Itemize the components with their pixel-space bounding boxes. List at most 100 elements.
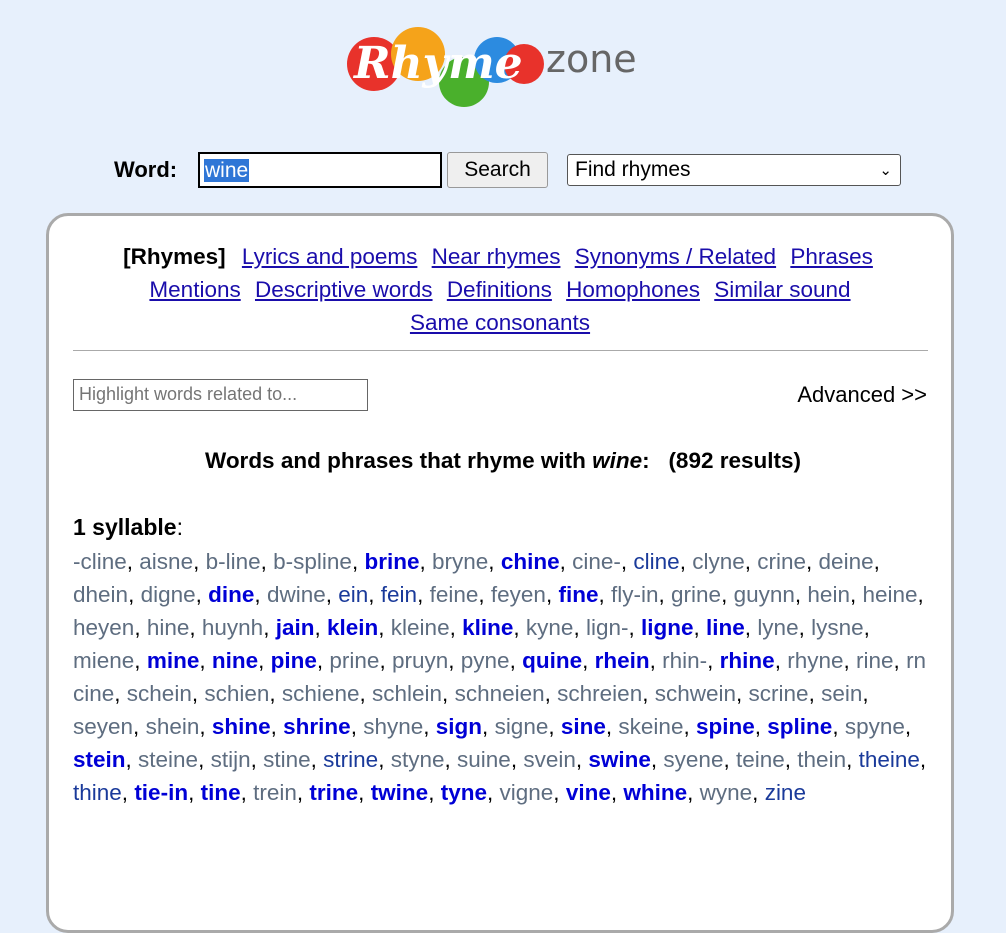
rhyme-word[interactable]: whine: [623, 780, 687, 805]
rhyme-word[interactable]: schlein: [372, 681, 442, 706]
rhyme-word[interactable]: huynh: [202, 615, 263, 640]
rhyme-word[interactable]: stijn: [211, 747, 251, 772]
rhyme-word[interactable]: dwine: [267, 582, 326, 607]
rhyme-word[interactable]: rhine: [720, 648, 775, 673]
rhyme-word[interactable]: thine: [73, 780, 122, 805]
rhyme-word[interactable]: vine: [566, 780, 611, 805]
rhyme-word[interactable]: kline: [462, 615, 513, 640]
rhyme-word[interactable]: cline: [633, 549, 679, 574]
rhyme-word[interactable]: spline: [767, 714, 832, 739]
rhyme-word[interactable]: dhein: [73, 582, 128, 607]
rhyme-word[interactable]: nine: [212, 648, 258, 673]
rhyme-word[interactable]: b-spline: [273, 549, 352, 574]
rhyme-word[interactable]: rine: [856, 648, 894, 673]
rhyme-word[interactable]: feine: [430, 582, 479, 607]
rhyme-word[interactable]: feyen: [491, 582, 546, 607]
rhyme-word[interactable]: pyne: [461, 648, 510, 673]
rhyme-word[interactable]: grine: [671, 582, 721, 607]
rhyme-word[interactable]: schneien: [455, 681, 545, 706]
rhyme-word[interactable]: steine: [138, 747, 198, 772]
rhyme-word[interactable]: stine: [263, 747, 311, 772]
rhyme-word[interactable]: sine: [561, 714, 606, 739]
nav-link-descriptive[interactable]: Descriptive words: [255, 277, 433, 302]
rhyme-word[interactable]: strine: [323, 747, 378, 772]
rhyme-word[interactable]: fein: [381, 582, 417, 607]
rhyme-word[interactable]: crine: [757, 549, 806, 574]
rhyme-word[interactable]: pruyn: [392, 648, 448, 673]
rhyme-word[interactable]: ein: [338, 582, 368, 607]
rhyme-word[interactable]: chine: [501, 549, 560, 574]
rhyme-word[interactable]: signe: [495, 714, 549, 739]
nav-link-lyrics[interactable]: Lyrics and poems: [242, 244, 418, 269]
rhyme-word[interactable]: guynn: [734, 582, 795, 607]
advanced-link[interactable]: Advanced >>: [797, 382, 927, 408]
nav-link-same-consonants[interactable]: Same consonants: [410, 310, 590, 335]
rhyme-word[interactable]: jain: [276, 615, 315, 640]
rhyme-word[interactable]: thein: [797, 747, 846, 772]
rhyme-word[interactable]: rhin-: [662, 648, 707, 673]
rhyme-word[interactable]: tie-in: [134, 780, 188, 805]
rhyme-word[interactable]: styne: [391, 747, 445, 772]
rhyme-word[interactable]: tyne: [441, 780, 487, 805]
rhyme-word[interactable]: schwein: [655, 681, 736, 706]
rhyme-word[interactable]: stein: [73, 747, 126, 772]
rhyme-word[interactable]: heyen: [73, 615, 134, 640]
rhyme-word[interactable]: b-line: [206, 549, 261, 574]
rhyme-word[interactable]: vigne: [500, 780, 554, 805]
rhyme-word[interactable]: miene: [73, 648, 134, 673]
rhyme-word[interactable]: deine: [819, 549, 874, 574]
rhyme-word[interactable]: aisne: [139, 549, 193, 574]
rhyme-word[interactable]: schiene: [282, 681, 360, 706]
rhyme-word[interactable]: sein: [821, 681, 862, 706]
nav-link-phrases[interactable]: Phrases: [790, 244, 873, 269]
rhyme-word[interactable]: teine: [736, 747, 785, 772]
rhyme-word[interactable]: bryne: [432, 549, 488, 574]
mode-select[interactable]: Find rhymes ⌄: [567, 154, 901, 186]
rhyme-word[interactable]: quine: [522, 648, 582, 673]
rhyme-word[interactable]: spine: [696, 714, 755, 739]
rhyme-word[interactable]: hein: [807, 582, 850, 607]
rhyme-word[interactable]: lyne: [757, 615, 798, 640]
rhyme-word[interactable]: trine: [309, 780, 358, 805]
rhyme-word[interactable]: shein: [146, 714, 200, 739]
rhyme-word[interactable]: shrine: [283, 714, 351, 739]
rhyme-word[interactable]: schreien: [557, 681, 642, 706]
rhyme-word[interactable]: heine: [862, 582, 917, 607]
rhymezone-logo[interactable]: Rhyme zone: [346, 12, 656, 107]
nav-link-definitions[interactable]: Definitions: [447, 277, 552, 302]
rhyme-word[interactable]: tine: [201, 780, 241, 805]
rhyme-word[interactable]: prine: [329, 648, 379, 673]
rhyme-word[interactable]: kyne: [526, 615, 574, 640]
rhyme-word[interactable]: suine: [457, 747, 511, 772]
rhyme-word[interactable]: hine: [147, 615, 190, 640]
rhyme-word[interactable]: spyne: [845, 714, 905, 739]
rhyme-word[interactable]: shine: [212, 714, 271, 739]
highlight-input[interactable]: Highlight words related to...: [73, 379, 368, 411]
rhyme-word[interactable]: dine: [208, 582, 254, 607]
search-button[interactable]: Search: [447, 152, 548, 188]
rhyme-word[interactable]: scrine: [749, 681, 809, 706]
rhyme-word[interactable]: lign-: [586, 615, 629, 640]
rhyme-word[interactable]: cine-: [572, 549, 621, 574]
rhyme-word[interactable]: pine: [271, 648, 317, 673]
rhyme-word[interactable]: svein: [523, 747, 576, 772]
rhyme-word[interactable]: clyne: [692, 549, 745, 574]
rhyme-word[interactable]: twine: [371, 780, 429, 805]
rhyme-word[interactable]: mine: [147, 648, 200, 673]
rhyme-word[interactable]: rhein: [595, 648, 650, 673]
rhyme-word[interactable]: syene: [663, 747, 723, 772]
rhyme-word[interactable]: zine: [765, 780, 806, 805]
rhyme-word[interactable]: fine: [558, 582, 598, 607]
rhyme-word[interactable]: skeine: [618, 714, 683, 739]
rhyme-word[interactable]: sign: [436, 714, 482, 739]
rhyme-word[interactable]: klein: [327, 615, 378, 640]
rhyme-word[interactable]: ligne: [641, 615, 694, 640]
word-input[interactable]: wine: [198, 152, 442, 188]
nav-link-similar-sound[interactable]: Similar sound: [714, 277, 850, 302]
rhyme-word[interactable]: rhyne: [787, 648, 843, 673]
rhyme-word[interactable]: swine: [588, 747, 651, 772]
rhyme-word[interactable]: schein: [127, 681, 192, 706]
nav-link-near-rhymes[interactable]: Near rhymes: [432, 244, 561, 269]
rhyme-word[interactable]: shyne: [363, 714, 423, 739]
rhyme-word[interactable]: brine: [364, 549, 419, 574]
